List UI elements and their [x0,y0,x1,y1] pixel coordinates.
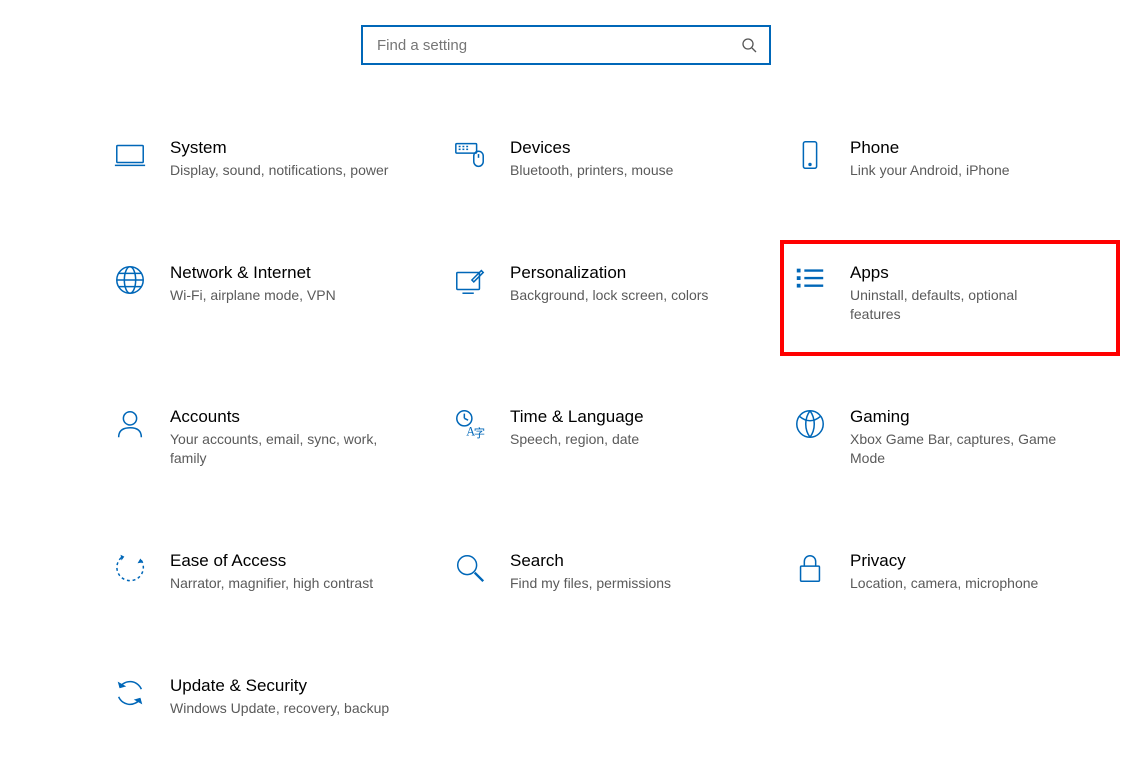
tile-gaming[interactable]: Gaming Xbox Game Bar, captures, Game Mod… [780,394,1120,480]
tile-title: Privacy [850,550,1038,572]
tile-time-language[interactable]: A 字 Time & Language Speech, region, date [440,394,780,480]
globe-icon [112,262,148,298]
tile-desc: Background, lock screen, colors [510,286,708,305]
tile-privacy[interactable]: Privacy Location, camera, microphone [780,538,1120,605]
accounts-icon [112,406,148,442]
phone-icon [792,137,828,173]
tile-system[interactable]: System Display, sound, notifications, po… [100,125,440,192]
tile-network[interactable]: Network & Internet Wi-Fi, airplane mode,… [100,250,440,336]
tile-ease-of-access[interactable]: Ease of Access Narrator, magnifier, high… [100,538,440,605]
tile-desc: Link your Android, iPhone [850,161,1010,180]
tile-title: Apps [850,262,1070,284]
update-icon [112,675,148,711]
tile-desc: Location, camera, microphone [850,574,1038,593]
tile-title: Personalization [510,262,708,284]
tile-title: Gaming [850,406,1070,428]
lock-icon [792,550,828,586]
gaming-icon [792,406,828,442]
ease-icon [112,550,148,586]
tile-desc: Narrator, magnifier, high contrast [170,574,373,593]
devices-icon [452,137,488,173]
tile-title: Update & Security [170,675,389,697]
tile-title: Accounts [170,406,390,428]
tile-title: Time & Language [510,406,644,428]
tile-desc: Uninstall, defaults, optional features [850,286,1070,324]
settings-grid: System Display, sound, notifications, po… [100,125,1132,730]
tile-title: Devices [510,137,673,159]
search-row [0,0,1132,125]
search-box[interactable] [361,25,771,65]
tile-search[interactable]: Search Find my files, permissions [440,538,780,605]
tile-apps[interactable]: Apps Uninstall, defaults, optional featu… [780,240,1120,356]
tile-update-security[interactable]: Update & Security Windows Update, recove… [100,663,440,730]
settings-home: System Display, sound, notifications, po… [0,0,1132,730]
tile-title: Phone [850,137,1010,159]
search-icon [741,37,757,53]
tile-title: Ease of Access [170,550,373,572]
personalization-icon [452,262,488,298]
tile-desc: Your accounts, email, sync, work, family [170,430,390,468]
tile-accounts[interactable]: Accounts Your accounts, email, sync, wor… [100,394,440,480]
tile-personalization[interactable]: Personalization Background, lock screen,… [440,250,780,336]
tile-desc: Wi-Fi, airplane mode, VPN [170,286,336,305]
tile-desc: Speech, region, date [510,430,644,449]
tile-title: Search [510,550,671,572]
search-tile-icon [452,550,488,586]
system-icon [112,137,148,173]
apps-icon [792,262,828,298]
tile-desc: Find my files, permissions [510,574,671,593]
tile-phone[interactable]: Phone Link your Android, iPhone [780,125,1120,192]
tile-devices[interactable]: Devices Bluetooth, printers, mouse [440,125,780,192]
tile-desc: Bluetooth, printers, mouse [510,161,673,180]
tile-desc: Display, sound, notifications, power [170,161,388,180]
time-language-icon: A 字 [452,406,488,442]
tile-title: Network & Internet [170,262,336,284]
tile-title: System [170,137,388,159]
search-input[interactable] [375,36,741,55]
tile-desc: Xbox Game Bar, captures, Game Mode [850,430,1070,468]
tile-desc: Windows Update, recovery, backup [170,699,389,718]
svg-text:字: 字 [474,426,485,440]
